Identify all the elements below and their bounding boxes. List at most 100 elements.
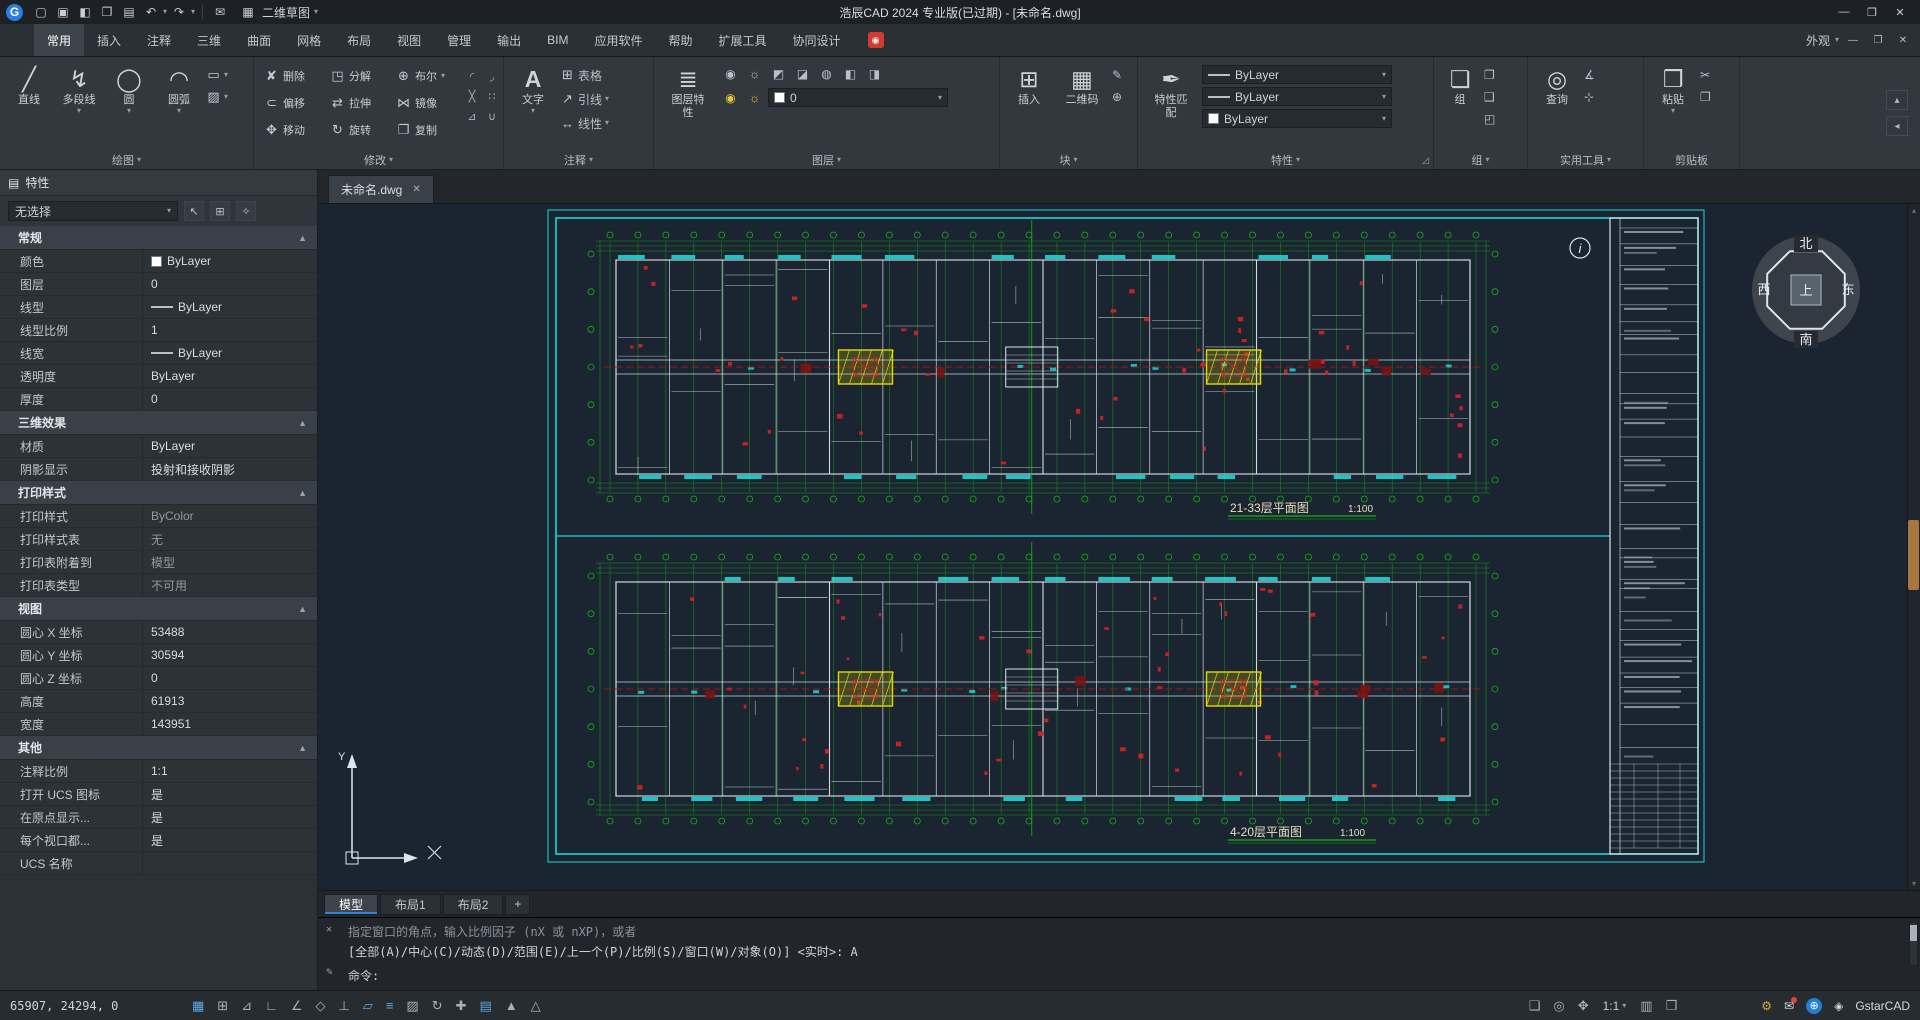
property-value[interactable]: 0: [142, 667, 317, 689]
snap-mode-icon[interactable]: ⊞: [217, 998, 228, 1014]
property-row-transparency[interactable]: 透明度ByLayer: [0, 365, 317, 388]
qrcode-tool-button[interactable]: ▦ 二维码: [1056, 62, 1108, 107]
collapse-icon[interactable]: ▲: [298, 233, 307, 243]
collapse-icon[interactable]: ▲: [298, 488, 307, 498]
new-file-icon[interactable]: ▢: [31, 2, 51, 22]
ribbon-tab-help[interactable]: 帮助: [656, 24, 706, 56]
property-row-thickness[interactable]: 厚度0: [0, 388, 317, 411]
annotation-scale-control[interactable]: 1:1 ▾: [1603, 999, 1627, 1013]
selection-dropdown[interactable]: 无选择 ▾: [8, 201, 178, 221]
copy-clip-icon[interactable]: ❐: [1700, 88, 1711, 106]
ribbon-tab-output[interactable]: 输出: [484, 24, 534, 56]
appearance-menu[interactable]: 外观: [1806, 32, 1830, 49]
stretch-tool-button[interactable]: ⇄拉伸: [326, 95, 392, 111]
arc-tool-button[interactable]: ◠ 圆弧 ▾: [156, 62, 202, 115]
osnap-tracking-icon[interactable]: ⊥: [339, 998, 350, 1014]
block-attach-icon[interactable]: ⊕: [1112, 88, 1122, 106]
property-row-ucs-icon-on[interactable]: 打开 UCS 图标是: [0, 783, 317, 806]
property-row-lineweight[interactable]: 线宽ByLayer: [0, 342, 317, 365]
property-value[interactable]: 61913: [142, 690, 317, 712]
property-row-ucs-origin[interactable]: 在原点显示...是: [0, 806, 317, 829]
property-value[interactable]: 0: [142, 273, 317, 295]
layer-lock-icon[interactable]: ◪: [792, 65, 813, 83]
layer-unisolate-icon[interactable]: ◧: [840, 65, 861, 83]
ribbon-cycle-icon[interactable]: ◂: [1886, 116, 1908, 136]
rectangle-tool-button[interactable]: ▭ ▾: [206, 66, 228, 84]
array-icon[interactable]: ∷: [489, 90, 496, 103]
hardware-accel-icon[interactable]: ▥: [1640, 998, 1652, 1014]
section-header-view[interactable]: 视图▲: [0, 597, 317, 621]
ribbon-tab-apps[interactable]: 应用软件: [582, 24, 656, 56]
panel-label-draw[interactable]: 绘图 ▾: [0, 150, 253, 169]
selection-cycling-icon[interactable]: ↻: [432, 998, 443, 1014]
panel-label-modify[interactable]: 修改 ▾: [254, 150, 503, 169]
layer-bulb-icon[interactable]: ◉: [720, 89, 741, 107]
layer-isolate-icon[interactable]: ◍: [816, 65, 837, 83]
drawing-canvas[interactable]: 21-33层平面图 1:100 4-20层平面图 1:100 i: [318, 204, 1907, 890]
save-icon[interactable]: ◧: [75, 2, 95, 22]
panel-label-layer[interactable]: 图层 ▾: [654, 150, 999, 169]
property-row-linetype[interactable]: 线型ByLayer: [0, 296, 317, 319]
property-value[interactable]: 是: [142, 783, 317, 805]
property-value[interactable]: 无: [142, 528, 317, 550]
tab-model[interactable]: 模型: [324, 894, 378, 915]
property-row-center-x[interactable]: 圆心 X 坐标53488: [0, 621, 317, 644]
layer-walk-icon[interactable]: ◨: [864, 65, 885, 83]
property-row-center-z[interactable]: 圆心 Z 坐标0: [0, 667, 317, 690]
panel-label-block[interactable]: 块 ▾: [1000, 150, 1137, 169]
select-toggle-icon[interactable]: ↖: [184, 201, 204, 221]
quick-properties-icon[interactable]: ▤: [480, 998, 492, 1014]
ribbon-tab-layout[interactable]: 布局: [334, 24, 384, 56]
close-icon[interactable]: ✕: [412, 184, 420, 195]
feedback-icon[interactable]: ✉: [210, 2, 230, 22]
section-header-plot-style[interactable]: 打印样式▲: [0, 481, 317, 505]
group-edit-icon[interactable]: ❐: [1484, 66, 1495, 84]
property-value[interactable]: ByLayer: [142, 342, 317, 364]
property-value[interactable]: 30594: [142, 644, 317, 666]
ribbon-tab-annotate[interactable]: 注释: [134, 24, 184, 56]
property-row-color[interactable]: 颜色ByLayer: [0, 250, 317, 273]
chamfer-icon[interactable]: ◞: [490, 70, 494, 83]
workspace-switcher[interactable]: ▦ 二维草图 ▾: [238, 2, 318, 22]
property-row-plot-table[interactable]: 打印样式表无: [0, 528, 317, 551]
property-value[interactable]: ByLayer: [142, 365, 317, 387]
dialog-launcher-icon[interactable]: ◿: [1422, 155, 1429, 166]
property-value[interactable]: ByLayer: [142, 435, 317, 457]
drawing-area[interactable]: 21-33层平面图 1:100 4-20层平面图 1:100 i: [318, 204, 1920, 890]
boolean-tool-button[interactable]: ⊕布尔▾: [392, 68, 458, 84]
print-icon[interactable]: ▤: [119, 2, 139, 22]
command-scroll-thumb[interactable]: [1910, 925, 1917, 941]
notification-badge-icon[interactable]: ◉: [868, 32, 884, 48]
lineweight-control-dropdown[interactable]: ByLayer ▾: [1202, 87, 1392, 106]
property-row-layer[interactable]: 图层0: [0, 273, 317, 296]
offset-tool-button[interactable]: ⊂偏移: [260, 95, 326, 111]
property-row-ucs-viewport[interactable]: 每个视口都...是: [0, 829, 317, 852]
ribbon-minimize-icon[interactable]: ▴: [1886, 90, 1908, 110]
property-value[interactable]: 是: [142, 829, 317, 851]
tab-layout2[interactable]: 布局2: [443, 894, 504, 915]
layer-on-icon[interactable]: ◉: [720, 65, 741, 83]
layer-thaw-icon[interactable]: ☼: [744, 65, 765, 83]
rotate-tool-button[interactable]: ↻旋转: [326, 122, 392, 138]
fillet-icon[interactable]: ◜: [470, 70, 474, 83]
grid-display-icon[interactable]: ▦: [192, 998, 204, 1014]
network-icon[interactable]: ⊕: [1806, 998, 1822, 1014]
scale-icon[interactable]: ⊿: [467, 110, 476, 123]
scrollbar-thumb[interactable]: [1908, 520, 1919, 590]
id-point-icon[interactable]: ⊹: [1584, 88, 1595, 106]
insert-block-button[interactable]: ⊞ 插入: [1006, 62, 1052, 107]
join-icon[interactable]: ∪: [488, 110, 496, 123]
select-objects-icon[interactable]: ⊞: [210, 201, 230, 221]
copy-tool-button[interactable]: ❐复制: [392, 122, 458, 138]
property-value[interactable]: 是: [142, 806, 317, 828]
section-header-3d-effects[interactable]: 三维效果▲: [0, 411, 317, 435]
document-tab[interactable]: 未命名.dwg ✕: [328, 175, 434, 203]
linetype-control-dropdown[interactable]: ByLayer ▾: [1202, 65, 1392, 84]
property-value[interactable]: 53488: [142, 621, 317, 643]
section-header-general[interactable]: 常规▲: [0, 226, 317, 250]
panel-label-properties[interactable]: 特性 ▾: [1138, 150, 1433, 169]
property-value[interactable]: 不可用: [142, 574, 317, 596]
cut-icon[interactable]: ✂: [1700, 66, 1711, 84]
command-line-window[interactable]: ✕ ✎ 指定窗口的角点，输入比例因子 (nX 或 nXP)，或者 [全部(A)/…: [318, 917, 1920, 990]
open-file-icon[interactable]: ▣: [53, 2, 73, 22]
